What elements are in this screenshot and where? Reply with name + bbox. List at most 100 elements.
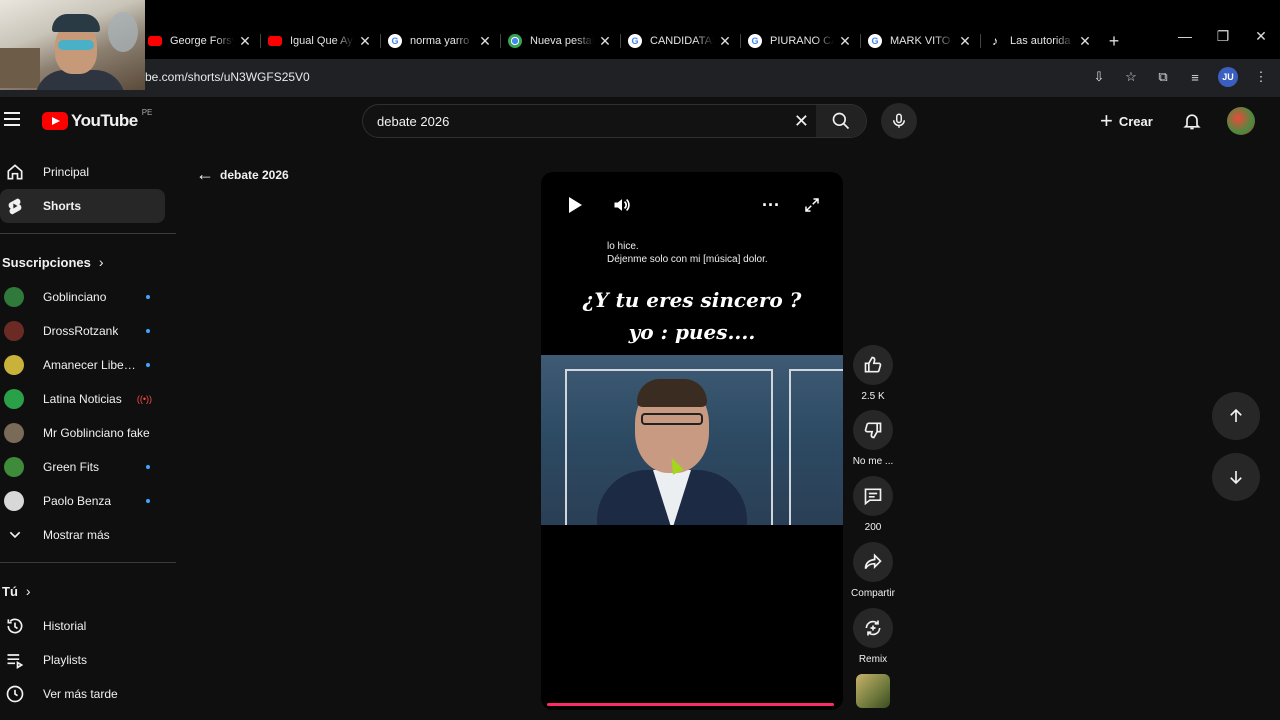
close-icon[interactable]: ✕	[838, 33, 852, 50]
fullscreen-button[interactable]	[799, 194, 825, 216]
dislike-button[interactable]: No me ...	[849, 410, 897, 467]
browser-tab[interactable]: Igual Que Ay ✕	[260, 24, 380, 58]
tab-row: George Forsy ✕ Igual Que Ay ✕ Gnorma yarro…	[140, 24, 1280, 58]
voice-search-button[interactable]	[881, 103, 917, 139]
profile-avatar[interactable]: JU	[1218, 67, 1238, 87]
subscription-item[interactable]: Green Fits	[0, 450, 160, 484]
subscriptions-header[interactable]: Suscripciones ›	[0, 244, 176, 280]
shorts-icon	[4, 195, 26, 217]
browser-tab[interactable]: G MARK VITO - ✕	[860, 24, 980, 58]
google-icon: G	[388, 34, 402, 48]
share-button[interactable]: Compartir	[849, 542, 897, 599]
remix-button[interactable]: Remix	[849, 608, 897, 665]
close-icon[interactable]: ✕	[238, 33, 252, 50]
clear-search-icon[interactable]: ✕	[794, 111, 809, 132]
close-icon[interactable]: ✕	[478, 33, 492, 50]
microphone-icon	[893, 113, 905, 128]
notifications-icon[interactable]	[1182, 110, 1202, 137]
sidebar-item-label: Historial	[43, 619, 87, 633]
logo-text: YouTube	[71, 111, 138, 130]
window-controls: — ❐ ✕	[1166, 28, 1280, 45]
channel-name: Goblinciano	[43, 290, 107, 304]
sound-thumbnail[interactable]	[856, 674, 890, 708]
play-button[interactable]	[562, 194, 588, 216]
tab-title: CANDIDATAS	[650, 35, 714, 47]
minimize-icon[interactable]: —	[1166, 28, 1204, 45]
back-to-search-link[interactable]: ← debate 2026	[196, 164, 289, 185]
menu-icon[interactable]	[4, 112, 20, 126]
sidebar-item-principal[interactable]: Principal	[0, 155, 165, 189]
subscription-item[interactable]: Goblinciano	[0, 280, 160, 314]
browser-tab[interactable]: George Forsy ✕	[140, 24, 260, 58]
youtube-logo[interactable]: YouTube PE	[42, 107, 153, 131]
like-button[interactable]: 2.5 K	[849, 345, 897, 402]
sidebar-item-historial[interactable]: Historial	[0, 609, 165, 643]
url-field[interactable]: be.com/shorts/uN3WGFS25V0	[145, 70, 310, 84]
toolbar-icons: ⇩ ☆ ⧉ ≡ JU ⋮	[1090, 67, 1270, 87]
progress-bar[interactable]	[547, 703, 835, 706]
close-icon[interactable]: ✕	[1078, 33, 1092, 50]
restore-icon[interactable]: ❐	[1204, 28, 1242, 45]
expand-icon	[805, 198, 819, 212]
sidebar-item-label: Principal	[43, 165, 90, 179]
more-options-icon[interactable]: ···	[758, 194, 784, 216]
search-icon	[832, 112, 850, 130]
sidebar-item-shorts[interactable]: Shorts	[0, 189, 165, 223]
extensions-icon[interactable]: ⧉	[1154, 68, 1172, 86]
previous-short-button[interactable]	[1212, 392, 1260, 440]
close-icon[interactable]: ✕	[358, 33, 372, 50]
new-tab-button[interactable]: +	[1100, 31, 1128, 52]
browser-tab[interactable]: Nueva pestaí ✕	[500, 24, 620, 58]
browser-tab[interactable]: ♪ Las autorida ✕	[980, 24, 1100, 58]
search-button[interactable]	[816, 105, 866, 137]
remix-label: Remix	[858, 654, 888, 665]
channel-name: DrossRotzank	[43, 324, 119, 338]
close-window-icon[interactable]: ✕	[1242, 28, 1280, 45]
short-player[interactable]: ··· lo hice. Déjenme solo con mi [música…	[541, 172, 843, 710]
sidebar-item-label: Shorts	[43, 199, 82, 213]
tab-title: Nueva pestaí	[530, 35, 594, 47]
chevron-down-icon	[4, 524, 26, 546]
kebab-menu-icon[interactable]: ⋮	[1252, 68, 1270, 86]
close-icon[interactable]: ✕	[958, 33, 972, 50]
channel-name: Green Fits	[43, 460, 100, 474]
show-more-label: Mostrar más	[43, 528, 110, 542]
country-code: PE	[141, 107, 153, 117]
subscription-item[interactable]: DrossRotzank	[0, 314, 160, 348]
close-icon[interactable]: ✕	[718, 33, 732, 50]
close-icon[interactable]: ✕	[598, 33, 612, 50]
new-content-dot	[146, 465, 150, 469]
subscription-item[interactable]: Paolo Benza	[0, 484, 160, 518]
account-avatar[interactable]	[1227, 107, 1255, 135]
divider	[0, 562, 176, 563]
install-app-icon[interactable]: ⇩	[1090, 68, 1108, 86]
browser-tab[interactable]: G CANDIDATAS ✕	[620, 24, 740, 58]
show-more-button[interactable]: Mostrar más	[0, 518, 165, 552]
comments-button[interactable]: 200	[849, 476, 897, 533]
tab-title: George Forsy	[170, 35, 234, 47]
back-label: debate 2026	[220, 167, 289, 182]
subscription-item[interactable]: Amanecer Libert…	[0, 348, 160, 382]
caption-line: Déjenme solo con mi [música] dolor.	[607, 254, 768, 265]
search-box[interactable]: debate 2026 ✕	[362, 104, 867, 138]
create-button[interactable]: + Crear	[1100, 107, 1153, 135]
sidebar-item-playlists[interactable]: Playlists	[0, 643, 165, 677]
search-input[interactable]: debate 2026	[377, 114, 449, 129]
share-label: Compartir	[851, 588, 895, 599]
clock-icon	[4, 683, 26, 705]
sidebar-item-watch-later[interactable]: Ver más tarde	[0, 677, 165, 711]
webcam-overlay	[0, 0, 145, 90]
browser-tab[interactable]: Gnorma yarro ✕	[380, 24, 500, 58]
media-control-icon[interactable]: ≡	[1186, 68, 1204, 86]
thumbs-up-icon	[864, 356, 882, 373]
subscription-item[interactable]: Mr Goblinciano fake	[0, 416, 160, 450]
next-short-button[interactable]	[1212, 453, 1260, 501]
address-bar: be.com/shorts/uN3WGFS25V0 ⇩ ☆ ⧉ ≡ JU ⋮	[0, 59, 1280, 97]
channel-name: Paolo Benza	[43, 494, 112, 508]
browser-tab[interactable]: G PIURANO CA ✕	[740, 24, 860, 58]
tab-title: Igual Que Ay	[290, 35, 353, 47]
bookmark-star-icon[interactable]: ☆	[1122, 68, 1140, 86]
subscription-item[interactable]: Latina Noticias ((•))	[0, 382, 160, 416]
volume-button[interactable]	[609, 194, 635, 216]
you-header[interactable]: Tú ›	[0, 573, 176, 609]
